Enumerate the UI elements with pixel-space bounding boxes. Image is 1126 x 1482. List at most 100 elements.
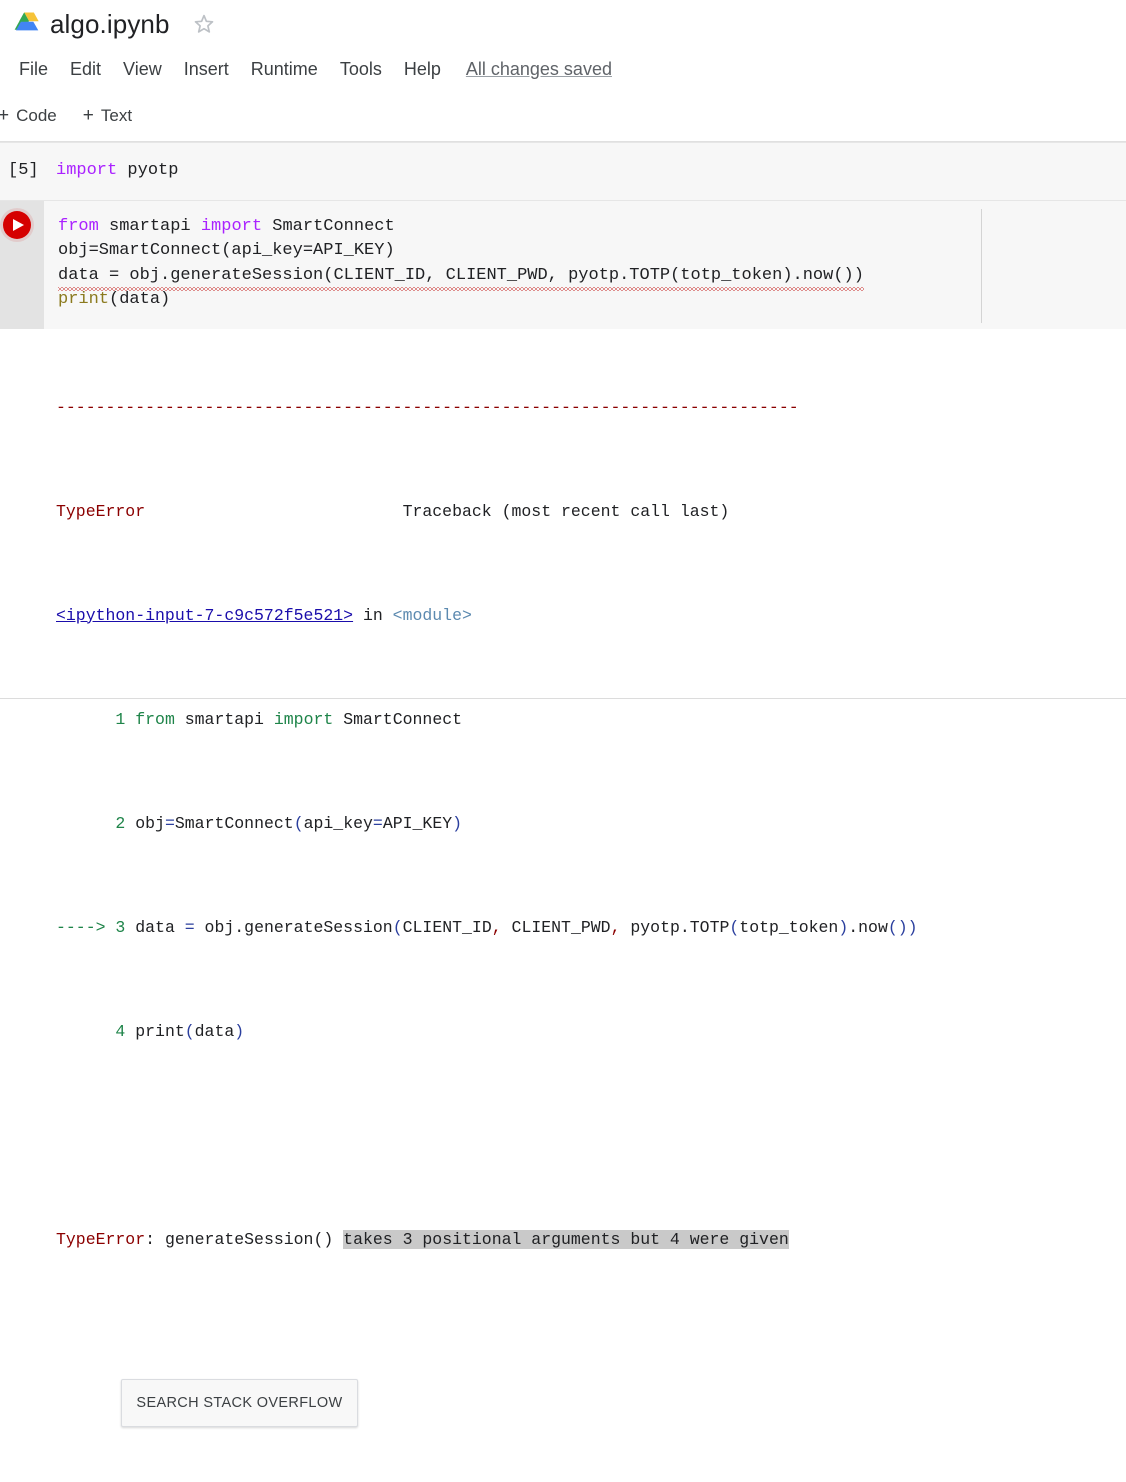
output-token-paren: (	[729, 918, 739, 937]
cell-source-line-3[interactable]: data = obj.generateSession(CLIENT_ID, CL…	[58, 264, 1126, 289]
notebook-area: [5] import pyotp from smartapi import Sm…	[0, 142, 1126, 1482]
cell-source-code[interactable]: import pyotp	[56, 159, 178, 184]
editor-vertical-divider	[981, 209, 982, 323]
output-token-paren: (	[294, 814, 304, 833]
output-token-paren: (	[888, 918, 898, 937]
output-final-error-line: TypeError: generateSession() takes 3 pos…	[0, 1227, 1126, 1253]
output-token-text: api_key	[304, 814, 373, 833]
add-code-cell-button[interactable]: + Code	[0, 102, 67, 130]
output-line-number: 1	[115, 710, 125, 729]
menu-item-view[interactable]: View	[112, 57, 173, 82]
cell-source-line-1[interactable]: from smartapi import SmartConnect	[58, 215, 1126, 240]
output-blank-line	[0, 1123, 1126, 1149]
output-token-text: SmartConnect	[333, 710, 462, 729]
output-frame-arrow	[56, 710, 115, 729]
title-bar: algo.ipynb	[0, 0, 1126, 48]
output-token-comma: ,	[492, 918, 502, 937]
output-frame-arrow	[56, 1022, 115, 1041]
output-line-number: 2	[115, 814, 125, 833]
code-token-text: (data)	[109, 290, 170, 309]
output-token-comma: ,	[611, 918, 621, 937]
output-token-paren: )	[838, 918, 848, 937]
code-cell-2[interactable]: from smartapi import SmartConnect obj=Sm…	[0, 201, 1126, 329]
plus-icon: +	[83, 106, 94, 125]
output-token-text: print	[135, 1022, 185, 1041]
output-final-error-message-selected: takes 3 positional arguments but 4 were …	[343, 1230, 789, 1249]
output-token-text: CLIENT_ID	[403, 918, 492, 937]
menu-item-file[interactable]: File	[8, 57, 59, 82]
output-frame-file-link[interactable]: <ipython-input-7-c9c572f5e521>	[56, 606, 353, 625]
menu-item-runtime[interactable]: Runtime	[240, 57, 329, 82]
cell-source-line-4[interactable]: print(data)	[58, 288, 1126, 313]
output-token-operator: =	[373, 814, 383, 833]
menu-item-tools[interactable]: Tools	[329, 57, 393, 82]
output-token-text: API_KEY	[383, 814, 452, 833]
output-token-text: pyotp.TOTP	[620, 918, 729, 937]
code-token-text: pyotp	[117, 161, 178, 180]
output-final-error-function: generateSession()	[165, 1230, 343, 1249]
save-status-label[interactable]: All changes saved	[466, 59, 612, 80]
output-final-error-colon: :	[145, 1230, 165, 1249]
output-frame-arrow	[56, 814, 115, 833]
output-token-operator: =	[185, 918, 195, 937]
add-code-cell-label: Code	[16, 106, 57, 126]
menu-bar: File Edit View Insert Runtime Tools Help…	[0, 48, 1126, 90]
output-header-spacer	[145, 502, 402, 521]
output-token-text: smartapi	[175, 710, 274, 729]
output-token-text: obj.generateSession	[195, 918, 393, 937]
menu-item-help[interactable]: Help	[393, 57, 452, 82]
cell-source-line-2[interactable]: obj=SmartConnect(api_key=API_KEY)	[58, 239, 1126, 264]
output-error-type: TypeError	[56, 502, 145, 521]
output-token-paren: )	[452, 814, 462, 833]
star-outline-icon[interactable]	[192, 12, 216, 36]
menu-item-insert[interactable]: Insert	[173, 57, 240, 82]
cell-output-error: ----------------------------------------…	[0, 329, 1126, 1482]
code-token-keyword: import	[56, 161, 117, 180]
output-token-text: totp_token	[739, 918, 838, 937]
code-token-text-with-error-squiggle: data = obj.generateSession(CLIENT_ID, CL…	[58, 264, 864, 289]
code-token-keyword: from	[58, 217, 99, 236]
code-token-builtin: print	[58, 290, 109, 309]
output-token-text: CLIENT_PWD	[502, 918, 611, 937]
output-token-text: .now	[848, 918, 888, 937]
output-token-paren: )	[898, 918, 908, 937]
output-frame-scope: <module>	[393, 606, 472, 625]
menu-item-edit[interactable]: Edit	[59, 57, 112, 82]
output-final-error-type: TypeError	[56, 1230, 145, 1249]
output-token-text: data	[195, 1022, 235, 1041]
code-token-text: SmartConnect	[262, 217, 395, 236]
output-token-text: obj	[135, 814, 165, 833]
output-token-paren: (	[185, 1022, 195, 1041]
output-source-line-2: 2 obj=SmartConnect(api_key=API_KEY)	[0, 811, 1126, 837]
output-separator-text: ----------------------------------------…	[56, 398, 799, 417]
output-source-line-4: 4 print(data)	[0, 1019, 1126, 1045]
output-line-number: 4	[115, 1022, 125, 1041]
code-token-keyword: import	[201, 217, 262, 236]
output-line-number: 3	[115, 918, 125, 937]
cell-editor[interactable]: from smartapi import SmartConnect obj=Sm…	[44, 201, 1126, 329]
google-drive-icon	[14, 11, 44, 37]
output-traceback-label: Traceback (most recent call last)	[403, 502, 730, 521]
output-token-keyword: import	[274, 710, 333, 729]
code-token-text: obj=SmartConnect(api_key=API_KEY)	[58, 241, 395, 260]
output-token-operator: =	[165, 814, 175, 833]
plus-icon: +	[0, 106, 9, 125]
output-frame-header: <ipython-input-7-c9c572f5e521> in <modul…	[0, 603, 1126, 629]
output-separator-line: ----------------------------------------…	[0, 395, 1126, 421]
output-token-text: SmartConnect	[175, 814, 294, 833]
add-text-cell-label: Text	[101, 106, 132, 126]
cell-execution-count: [5]	[0, 159, 56, 183]
code-cell-1[interactable]: [5] import pyotp	[0, 142, 1126, 201]
add-text-cell-button[interactable]: + Text	[73, 102, 142, 130]
output-frame-arrow: ---->	[56, 918, 106, 937]
search-stack-overflow-button[interactable]: SEARCH STACK OVERFLOW	[121, 1379, 357, 1427]
output-frame-in-word: in	[353, 606, 393, 625]
cell-run-gutter	[0, 201, 44, 329]
output-token-paren: )	[234, 1022, 244, 1041]
play-run-icon[interactable]	[3, 211, 31, 239]
output-source-line-3: ----> 3 data = obj.generateSession(CLIEN…	[0, 915, 1126, 941]
output-token-paren: )	[908, 918, 918, 937]
output-token-keyword: from	[135, 710, 175, 729]
page-title: algo.ipynb	[50, 9, 170, 39]
code-token-text: smartapi	[99, 217, 201, 236]
